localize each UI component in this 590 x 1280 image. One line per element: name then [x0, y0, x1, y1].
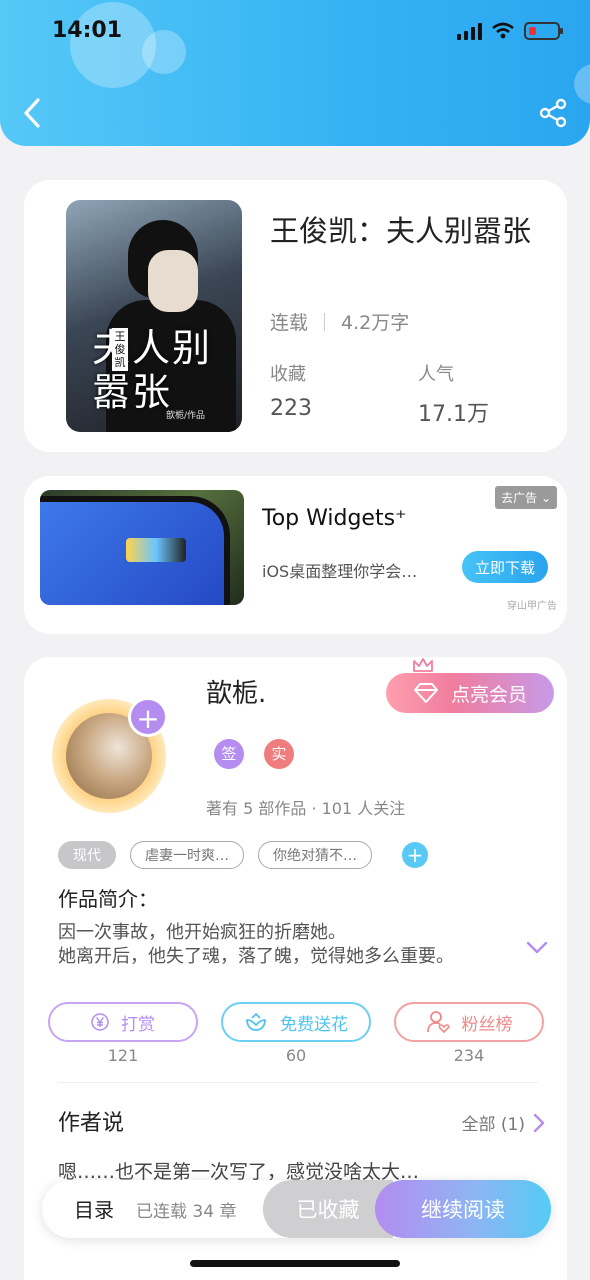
tag-item[interactable]: 你绝对猜不…: [258, 841, 372, 869]
ad-description: iOS桌面整理你学会…: [262, 562, 418, 581]
status-time: 14:01: [52, 18, 123, 43]
toc-button[interactable]: 目录: [74, 1194, 114, 1223]
fan-rank-action: 粉丝榜 234: [394, 1002, 544, 1065]
author-say-label: 作者说: [58, 1111, 125, 1136]
reward-button[interactable]: 打赏: [48, 1002, 198, 1042]
decor-bubble: [574, 64, 590, 104]
back-arrow-icon[interactable]: [18, 96, 48, 130]
flower-action: 免费送花 60: [221, 1002, 371, 1065]
vip-label: 点亮会员: [450, 684, 527, 706]
cover-figure-face: [148, 250, 198, 312]
book-title: 王俊凯：夫人别嚣张: [270, 214, 532, 248]
intro-label: 作品简介：: [58, 887, 158, 911]
reward-count: 121: [107, 1046, 139, 1065]
book-status: 连载: [270, 312, 309, 334]
tag-list: 现代 虐妻一时爽… 你绝对猜不… +: [58, 841, 428, 869]
favorites-label: 收藏: [270, 364, 306, 385]
status-icons: [457, 22, 563, 40]
works-info: 著有 5 部作品 · 101 人关注: [206, 799, 406, 818]
favorited-button[interactable]: 已收藏: [263, 1180, 393, 1238]
add-tag-button[interactable]: +: [402, 842, 428, 868]
diamond-icon: [413, 683, 438, 703]
meta-divider: [324, 312, 326, 331]
verified-badge: 实: [264, 739, 294, 769]
cover-author-tag: 王俊凯: [112, 328, 128, 371]
book-word-count: 4.2万字: [341, 312, 410, 334]
continue-reading-button[interactable]: 继续阅读: [375, 1180, 551, 1238]
tag-item[interactable]: 现代: [58, 841, 116, 869]
share-icon[interactable]: [538, 98, 568, 128]
ad-source: 穿山甲广告: [507, 601, 557, 612]
book-info-card: 夫人别嚣张 歆栀/作品 王俊凯 王俊凯：夫人别嚣张 连载 4.2万字 收藏 22…: [24, 180, 567, 452]
action-row: 打赏 121 免费送花 60 粉丝榜 234: [48, 1002, 544, 1065]
intro-line: 因一次事故，他开始疯狂的折磨她。: [58, 922, 346, 943]
tag-item[interactable]: 虐妻一时爽…: [130, 841, 244, 869]
popularity-label: 人气: [418, 364, 454, 385]
signed-badge: 签: [214, 739, 244, 769]
fan-rank-count: 234: [453, 1046, 485, 1065]
ad-widget-graphic: [126, 538, 186, 562]
header: 14:01: [0, 0, 590, 146]
favorites-stat: 收藏 223: [270, 360, 312, 421]
ad-download-button[interactable]: 立即下载: [462, 551, 548, 583]
ad-title: Top Widgets⁺: [262, 506, 407, 531]
book-meta: 连载 4.2万字: [270, 308, 409, 335]
flower-icon: [246, 1013, 266, 1031]
fan-rank-button[interactable]: 粉丝榜: [394, 1002, 544, 1042]
chevron-right-icon: [533, 1113, 545, 1132]
send-flower-button[interactable]: 免费送花: [221, 1002, 371, 1042]
ad-image[interactable]: [40, 490, 244, 605]
popularity-stat: 人气 17.1万: [418, 360, 489, 428]
intro-text: 因一次事故，他开始疯狂的折磨她。 她离开后，他失了魂，落了魄，觉得她多么重要。: [58, 921, 518, 969]
crown-icon: [413, 658, 433, 672]
flower-count: 60: [285, 1046, 307, 1065]
follow-plus-button[interactable]: +: [128, 697, 168, 737]
fan-rank-label: 粉丝榜: [461, 1014, 513, 1035]
author-say-all-link[interactable]: 全部 (1): [462, 1110, 545, 1135]
say-all-label: 全部 (1): [461, 1115, 525, 1135]
signal-icon: [457, 22, 482, 40]
favorites-value: 223: [270, 396, 312, 421]
ad-card[interactable]: Top Widgets⁺ iOS桌面整理你学会… 去广告 ⌄ 立即下载 穿山甲广…: [24, 476, 567, 634]
divider: [58, 1082, 538, 1083]
intro-line: 她离开后，他失了魂，落了魄，觉得她多么重要。: [58, 946, 454, 967]
reward-action: 打赏 121: [48, 1002, 198, 1065]
decor-bubble: [142, 30, 186, 74]
remove-ad-label: 去广告: [501, 491, 538, 505]
book-cover[interactable]: 夫人别嚣张 歆栀/作品 王俊凯: [66, 200, 242, 432]
battery-icon: [524, 22, 563, 40]
chapter-count: 已连载 34 章: [136, 1202, 237, 1222]
send-flower-label: 免费送花: [280, 1014, 348, 1035]
yen-icon: [91, 1013, 109, 1031]
bottom-action-bar: 目录 已连载 34 章 已收藏 继续阅读: [42, 1180, 551, 1238]
wifi-icon: [492, 22, 514, 39]
vip-button[interactable]: 点亮会员: [386, 673, 554, 713]
remove-ad-button[interactable]: 去广告 ⌄: [495, 486, 557, 509]
cover-byline: 歆栀/作品: [166, 411, 206, 421]
popularity-value: 17.1万: [418, 402, 489, 427]
reward-label: 打赏: [121, 1014, 155, 1035]
user-heart-icon: [426, 1011, 449, 1034]
author-name: 歆栀.: [206, 679, 267, 709]
home-indicator: [190, 1260, 400, 1267]
chevron-down-icon[interactable]: [526, 941, 548, 955]
